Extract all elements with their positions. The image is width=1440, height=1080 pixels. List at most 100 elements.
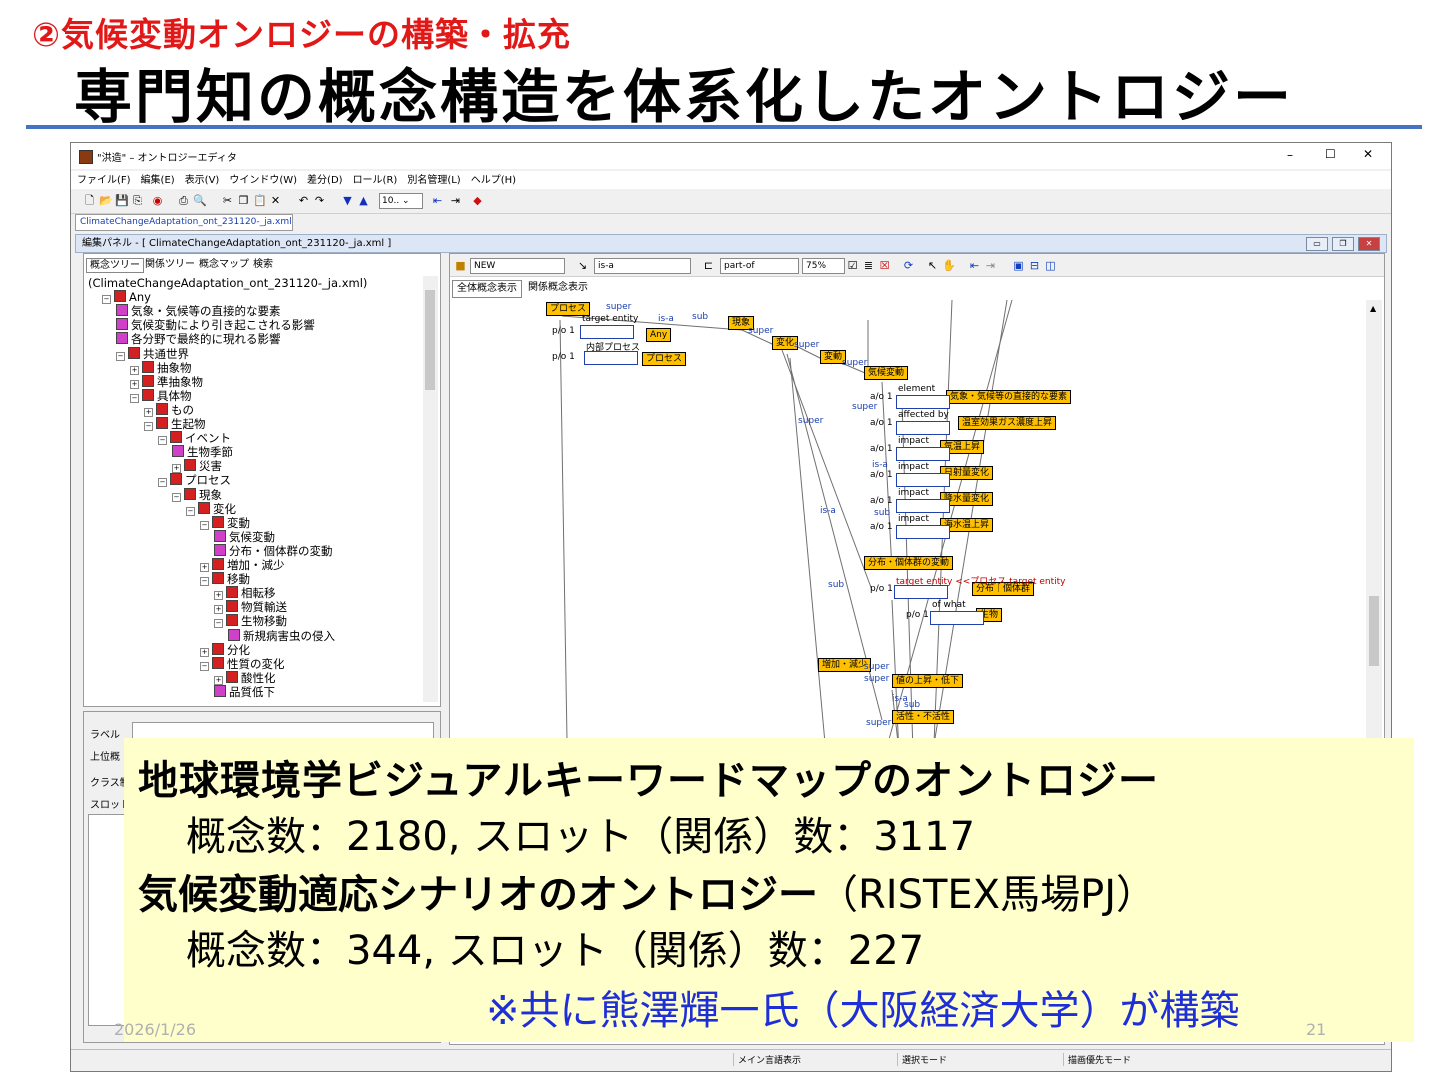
concept-node[interactable]: Any [646,328,672,342]
tree-item[interactable]: 気候変動により引き起こされる影響 [116,318,315,332]
menu-item-3[interactable]: ウインドウ(W) [229,175,297,186]
tree-item[interactable]: (ClimateChangeAdaptation_ont_231120-_ja.… [88,276,367,290]
tab-relation-tree[interactable]: 関係ツリー [142,258,198,271]
save-icon[interactable]: 💾 [115,194,129,207]
collapse-toggle-icon[interactable]: − [116,351,125,361]
concept-node[interactable]: 分布・個体群の変動 [864,556,954,570]
slot-box[interactable] [896,421,950,435]
tree-item[interactable]: + 相転移 [214,586,276,601]
minimize-icon[interactable]: – [1287,148,1293,162]
slot-box[interactable] [584,351,638,365]
menu-item-7[interactable]: ヘルプ(H) [471,175,516,186]
expand-toggle-icon[interactable]: + [200,647,209,657]
tree-item[interactable]: + 抽象物 [130,360,192,375]
tree-item[interactable]: + 災害 [172,459,222,474]
close-icon[interactable]: ✕ [1363,147,1373,161]
document-tab[interactable]: ClimateChangeAdaptation_ont_231120-_ja.x… [75,214,293,231]
collapse-toggle-icon[interactable]: − [214,619,223,629]
delete-icon[interactable]: ✕ [269,194,282,207]
tree-item[interactable]: + 分化 [200,642,250,657]
tree-item[interactable]: + もの [144,402,194,417]
save-all-icon[interactable]: ⎘ [131,194,144,207]
align-right-icon[interactable]: ⇥ [984,259,997,272]
tree-item[interactable]: − Any [102,290,151,305]
concept-node[interactable]: 値の上昇・低下 [892,674,964,688]
tree-item[interactable]: 分布・個体群の変動 [214,543,333,558]
tree-item[interactable]: − 生起物 [144,417,206,431]
node-color-icon[interactable]: ■ [454,259,467,272]
tab-concept-map[interactable]: 概念マップ [196,258,252,271]
hand-pan-icon[interactable]: ✋ [942,259,956,272]
expand-toggle-icon[interactable]: + [214,675,223,685]
collapse-toggle-icon[interactable]: − [102,295,111,305]
select-pointer-icon[interactable]: ↖ [926,259,939,272]
collapse-toggle-icon[interactable]: − [130,393,139,403]
check-icon[interactable]: ☑ [846,259,859,272]
collapse-toggle-icon[interactable]: − [200,661,209,671]
tree-item[interactable]: − プロセス [158,473,231,488]
collapse-toggle-icon[interactable]: − [172,492,181,502]
layout-single-icon[interactable]: ▣ [1012,259,1025,272]
move-up-icon[interactable]: ▲ [357,194,370,207]
tree-item[interactable]: − 変動 [200,515,250,530]
undo-icon[interactable]: ↶ [297,194,310,207]
move-down-icon[interactable]: ▼ [341,194,354,207]
open-folder-icon[interactable]: 📂 [99,194,113,207]
relation-select[interactable]: part-of [720,258,799,274]
tree-item[interactable]: − 具体物 [130,388,192,403]
expand-toggle-icon[interactable]: + [214,591,223,601]
cut-icon[interactable]: ✂ [221,194,234,207]
tab-whole-concept-view[interactable]: 全体概念表示 [452,280,522,298]
tree-item[interactable]: − 移動 [200,572,250,587]
concept-node[interactable]: 気候変動 [864,366,909,380]
menu-item-1[interactable]: 編集(E) [141,175,175,186]
graph-zoom-select[interactable]: 75% [802,258,845,274]
layout-split-horizontal-icon[interactable]: ⊟ [1028,259,1041,272]
tree-item[interactable]: − 現象 [172,487,222,502]
menu-item-0[interactable]: ファイル(F) [77,175,131,186]
tree-item[interactable]: 新規病害虫の侵入 [228,628,335,643]
expand-icon[interactable]: ⇥ [449,194,462,207]
expand-toggle-icon[interactable]: + [172,464,181,474]
collapse-toggle-icon[interactable]: − [200,577,209,587]
tab-relation-concept-view[interactable]: 関係概念表示 [524,280,592,296]
copy-icon[interactable]: ❐ [237,194,250,207]
tree-item[interactable]: + 物質輸送 [214,600,287,615]
panel-minimize-icon[interactable]: ▭ [1306,237,1328,251]
tree-item[interactable]: − イベント [158,431,231,446]
menu-item-6[interactable]: 別名管理(L) [407,175,460,186]
link-icon[interactable]: ↘ [576,259,589,272]
tree-item[interactable]: 各分野で最終的に現れる影響 [116,332,281,346]
tree-item[interactable]: + 準抽象物 [130,374,203,389]
scroll-up-icon[interactable]: ▲ [1370,304,1376,313]
collapse-toggle-icon[interactable]: − [158,478,167,488]
print-icon[interactable]: ⎙ [177,194,190,207]
slot-box[interactable] [896,395,950,409]
collapse-icon[interactable]: ⇤ [431,194,444,207]
slot-box[interactable] [894,585,948,599]
slot-box[interactable] [930,611,984,625]
slot-box[interactable] [896,473,950,487]
maximize-icon[interactable]: ☐ [1325,147,1336,161]
expand-toggle-icon[interactable]: + [130,379,139,389]
expand-toggle-icon[interactable]: + [144,407,153,417]
tree-item[interactable]: + 酸性化 [214,670,276,685]
slot-box[interactable] [896,447,950,461]
collapse-toggle-icon[interactable]: − [158,436,167,446]
new-file-icon[interactable]: 🗋 [83,194,96,207]
tree-item[interactable]: 気候変動 [214,529,275,544]
tab-search[interactable]: 検索 [250,258,276,271]
paste-icon[interactable]: 📋 [253,194,267,207]
export-icon[interactable]: ◉ [151,194,164,207]
tree-scrollbar[interactable] [423,276,438,702]
collapse-toggle-icon[interactable]: − [144,422,153,431]
tree-item[interactable]: 気象・気候等の直接的な要素 [116,304,281,318]
graph-scroll-thumb[interactable] [1369,596,1379,666]
concept-node[interactable]: 活性・不活性 [892,710,955,724]
expand-toggle-icon[interactable]: + [130,365,139,375]
align-left-icon[interactable]: ⇤ [968,259,981,272]
slot-box[interactable] [896,525,950,539]
tree-item[interactable]: + 増加・減少 [200,558,285,572]
collapse-toggle-icon[interactable]: − [186,506,195,516]
node-type-select[interactable]: NEW [470,258,565,274]
